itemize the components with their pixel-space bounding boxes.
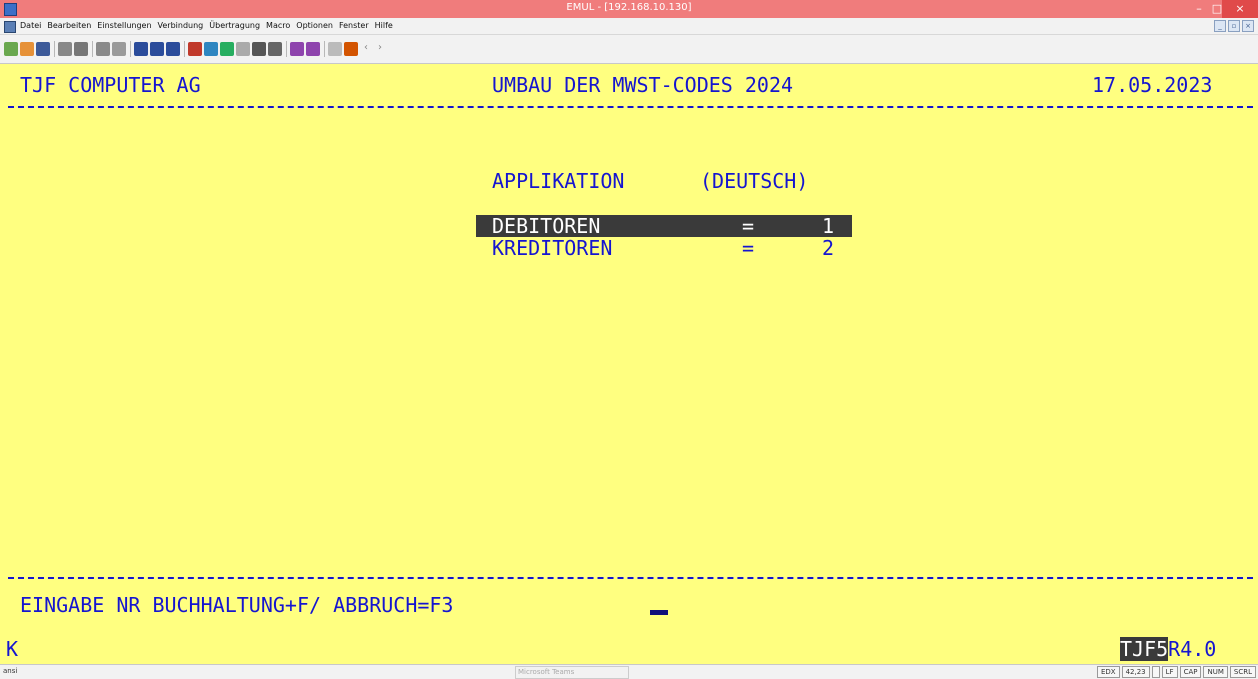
toolbar-separator	[130, 41, 131, 57]
mdi-close-button[interactable]: ×	[1242, 20, 1254, 32]
colors-icon[interactable]	[220, 42, 234, 56]
input-prompt: EINGABE NR BUCHHALTUNG+F/ ABBRUCH=F3	[20, 593, 454, 617]
status-cell-lf: LF	[1161, 666, 1178, 678]
taskbar-preview: Microsoft Teams	[515, 666, 629, 679]
macro-icon[interactable]	[236, 42, 250, 56]
menu-bar: Datei Bearbeiten Einstellungen Verbindun…	[0, 18, 1258, 35]
option-row-debitoren[interactable]: DEBITOREN = 1	[476, 215, 852, 237]
toolbar-separator	[184, 41, 185, 57]
menu-bearbeiten[interactable]: Bearbeiten	[47, 21, 91, 30]
status-cell-position: 42,23	[1121, 666, 1150, 678]
menu-datei[interactable]: Datei	[20, 21, 41, 30]
menu-einstellungen[interactable]: Einstellungen	[97, 21, 151, 30]
toolbar-separator	[286, 41, 287, 57]
paste-icon[interactable]	[112, 42, 126, 56]
toolbar-separator	[92, 41, 93, 57]
settings-icon[interactable]	[188, 42, 202, 56]
open-icon[interactable]	[20, 42, 34, 56]
menu-macro[interactable]: Macro	[266, 21, 290, 30]
header-divider	[8, 106, 1253, 108]
section-heading: APPLIKATION	[492, 169, 625, 193]
screen-date: 17.05.2023	[1092, 73, 1213, 97]
option-label: KREDITOREN	[492, 236, 613, 260]
status-cell-mode: EDX	[1096, 666, 1120, 678]
color-icon[interactable]	[344, 42, 358, 56]
text-cursor[interactable]	[650, 610, 668, 615]
system-id-badge: TJF5	[1120, 637, 1169, 661]
hotspot-icon[interactable]	[268, 42, 282, 56]
program-title: UMBAU DER MWST-CODES 2024	[492, 73, 794, 97]
status-cell-empty	[1151, 666, 1160, 678]
window-titlebar: EMUL - [192.168.10.130] – □ ×	[0, 0, 1258, 18]
version-label: R4.0	[1168, 637, 1217, 661]
menu-hilfe[interactable]: Hilfe	[375, 21, 393, 30]
nav-forward-icon[interactable]: ›	[378, 42, 382, 53]
status-bar: ansi Microsoft Teams EDX 42,23 LF CAP NU…	[0, 664, 1258, 679]
section-language: (DEUTSCH)	[700, 169, 809, 193]
option-equals: =	[742, 214, 755, 238]
printer-setup-icon[interactable]	[290, 42, 304, 56]
menu-fenster[interactable]: Fenster	[339, 21, 369, 30]
option-equals: =	[742, 236, 755, 260]
mdi-minimize-button[interactable]: _	[1214, 20, 1226, 32]
status-cell-caps: CAP	[1179, 666, 1202, 678]
status-cell-scroll: SCRL	[1229, 666, 1256, 678]
status-line-left: K	[6, 637, 19, 661]
toolbar-separator	[324, 41, 325, 57]
company-name: TJF COMPUTER AG	[20, 73, 201, 97]
status-encoding: ansi	[3, 667, 18, 675]
footer-divider	[8, 577, 1253, 579]
close-button[interactable]: ×	[1222, 0, 1258, 18]
option-value: 2	[822, 236, 835, 260]
option-label: DEBITOREN	[492, 214, 601, 238]
option-value: 1	[822, 214, 835, 238]
print-screen-icon[interactable]	[74, 42, 88, 56]
toolbar: ‹ ›	[0, 35, 1258, 64]
window-title: EMUL - [192.168.10.130]	[566, 2, 692, 13]
keyboard-icon[interactable]	[204, 42, 218, 56]
font-size-icon[interactable]	[134, 42, 148, 56]
display-icon[interactable]	[328, 42, 342, 56]
font-larger-icon[interactable]	[150, 42, 164, 56]
save-icon[interactable]	[36, 42, 50, 56]
option-row-kreditoren[interactable]: KREDITOREN = 2	[476, 237, 852, 259]
printer-icon[interactable]	[306, 42, 320, 56]
print-icon[interactable]	[58, 42, 72, 56]
copy-icon[interactable]	[96, 42, 110, 56]
connect-icon[interactable]	[4, 42, 18, 56]
font-smaller-icon[interactable]	[166, 42, 180, 56]
terminal-screen[interactable]: TJF COMPUTER AG UMBAU DER MWST-CODES 202…	[0, 64, 1258, 664]
toolbar-separator	[54, 41, 55, 57]
mdi-restore-button[interactable]: ▫	[1228, 20, 1240, 32]
menu-uebertragung[interactable]: Übertragung	[209, 21, 260, 30]
transfer-icon[interactable]	[252, 42, 266, 56]
nav-back-icon[interactable]: ‹	[364, 42, 368, 53]
document-icon[interactable]	[4, 21, 16, 33]
menu-optionen[interactable]: Optionen	[296, 21, 333, 30]
status-line-right: TJF5R4.0	[1120, 637, 1217, 661]
menu-verbindung[interactable]: Verbindung	[158, 21, 204, 30]
status-cell-num: NUM	[1203, 666, 1228, 678]
